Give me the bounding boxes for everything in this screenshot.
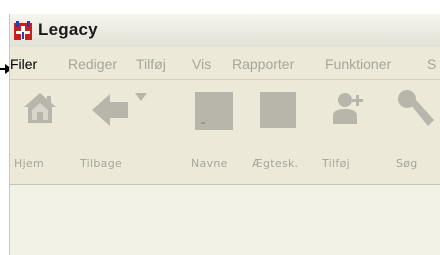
window-title: Legacy bbox=[38, 20, 98, 39]
marriage-label: Ægtesk. bbox=[252, 157, 299, 170]
menu-partial-s[interactable]: S bbox=[427, 56, 436, 72]
add-person-button[interactable]: Tilføj bbox=[318, 80, 378, 185]
home-icon bbox=[24, 93, 56, 123]
back-label: Tilbage bbox=[80, 157, 123, 170]
add-person-icon bbox=[333, 93, 363, 124]
back-button[interactable]: Tilbage bbox=[70, 80, 160, 185]
names-icon bbox=[195, 92, 233, 130]
menu-funktioner[interactable]: Funktioner bbox=[325, 56, 391, 72]
home-label: Hjem bbox=[14, 157, 45, 170]
menu-vis[interactable]: Vis bbox=[192, 56, 211, 72]
menu-bar: Filer Rediger Tilføj Vis Rapporter Funkt… bbox=[9, 47, 440, 80]
names-label: Navne bbox=[191, 157, 228, 170]
search-button[interactable]: Søg bbox=[378, 80, 440, 185]
marriage-button[interactable]: Ægtesk. bbox=[246, 80, 318, 185]
search-key-icon bbox=[398, 90, 434, 126]
home-button[interactable]: Hjem bbox=[10, 80, 70, 185]
back-dropdown-icon[interactable] bbox=[134, 92, 148, 102]
main-content-area bbox=[9, 185, 440, 255]
marriage-icon bbox=[260, 92, 296, 128]
menu-filer[interactable]: Filer bbox=[10, 56, 37, 72]
legacy-app-icon bbox=[14, 21, 32, 40]
back-arrow-icon bbox=[92, 94, 128, 126]
toolbar: Hjem Tilbage Navne Ægtesk. Tilføj Søg bbox=[9, 80, 440, 185]
menu-tilfoej[interactable]: Tilføj bbox=[136, 56, 166, 72]
menu-rediger[interactable]: Rediger bbox=[68, 56, 117, 72]
names-button[interactable]: Navne bbox=[184, 80, 246, 185]
search-label: Søg bbox=[396, 157, 418, 170]
add-person-label: Tilføj bbox=[322, 157, 350, 170]
title-bar: Legacy bbox=[9, 14, 440, 47]
menu-rapporter[interactable]: Rapporter bbox=[232, 56, 294, 72]
